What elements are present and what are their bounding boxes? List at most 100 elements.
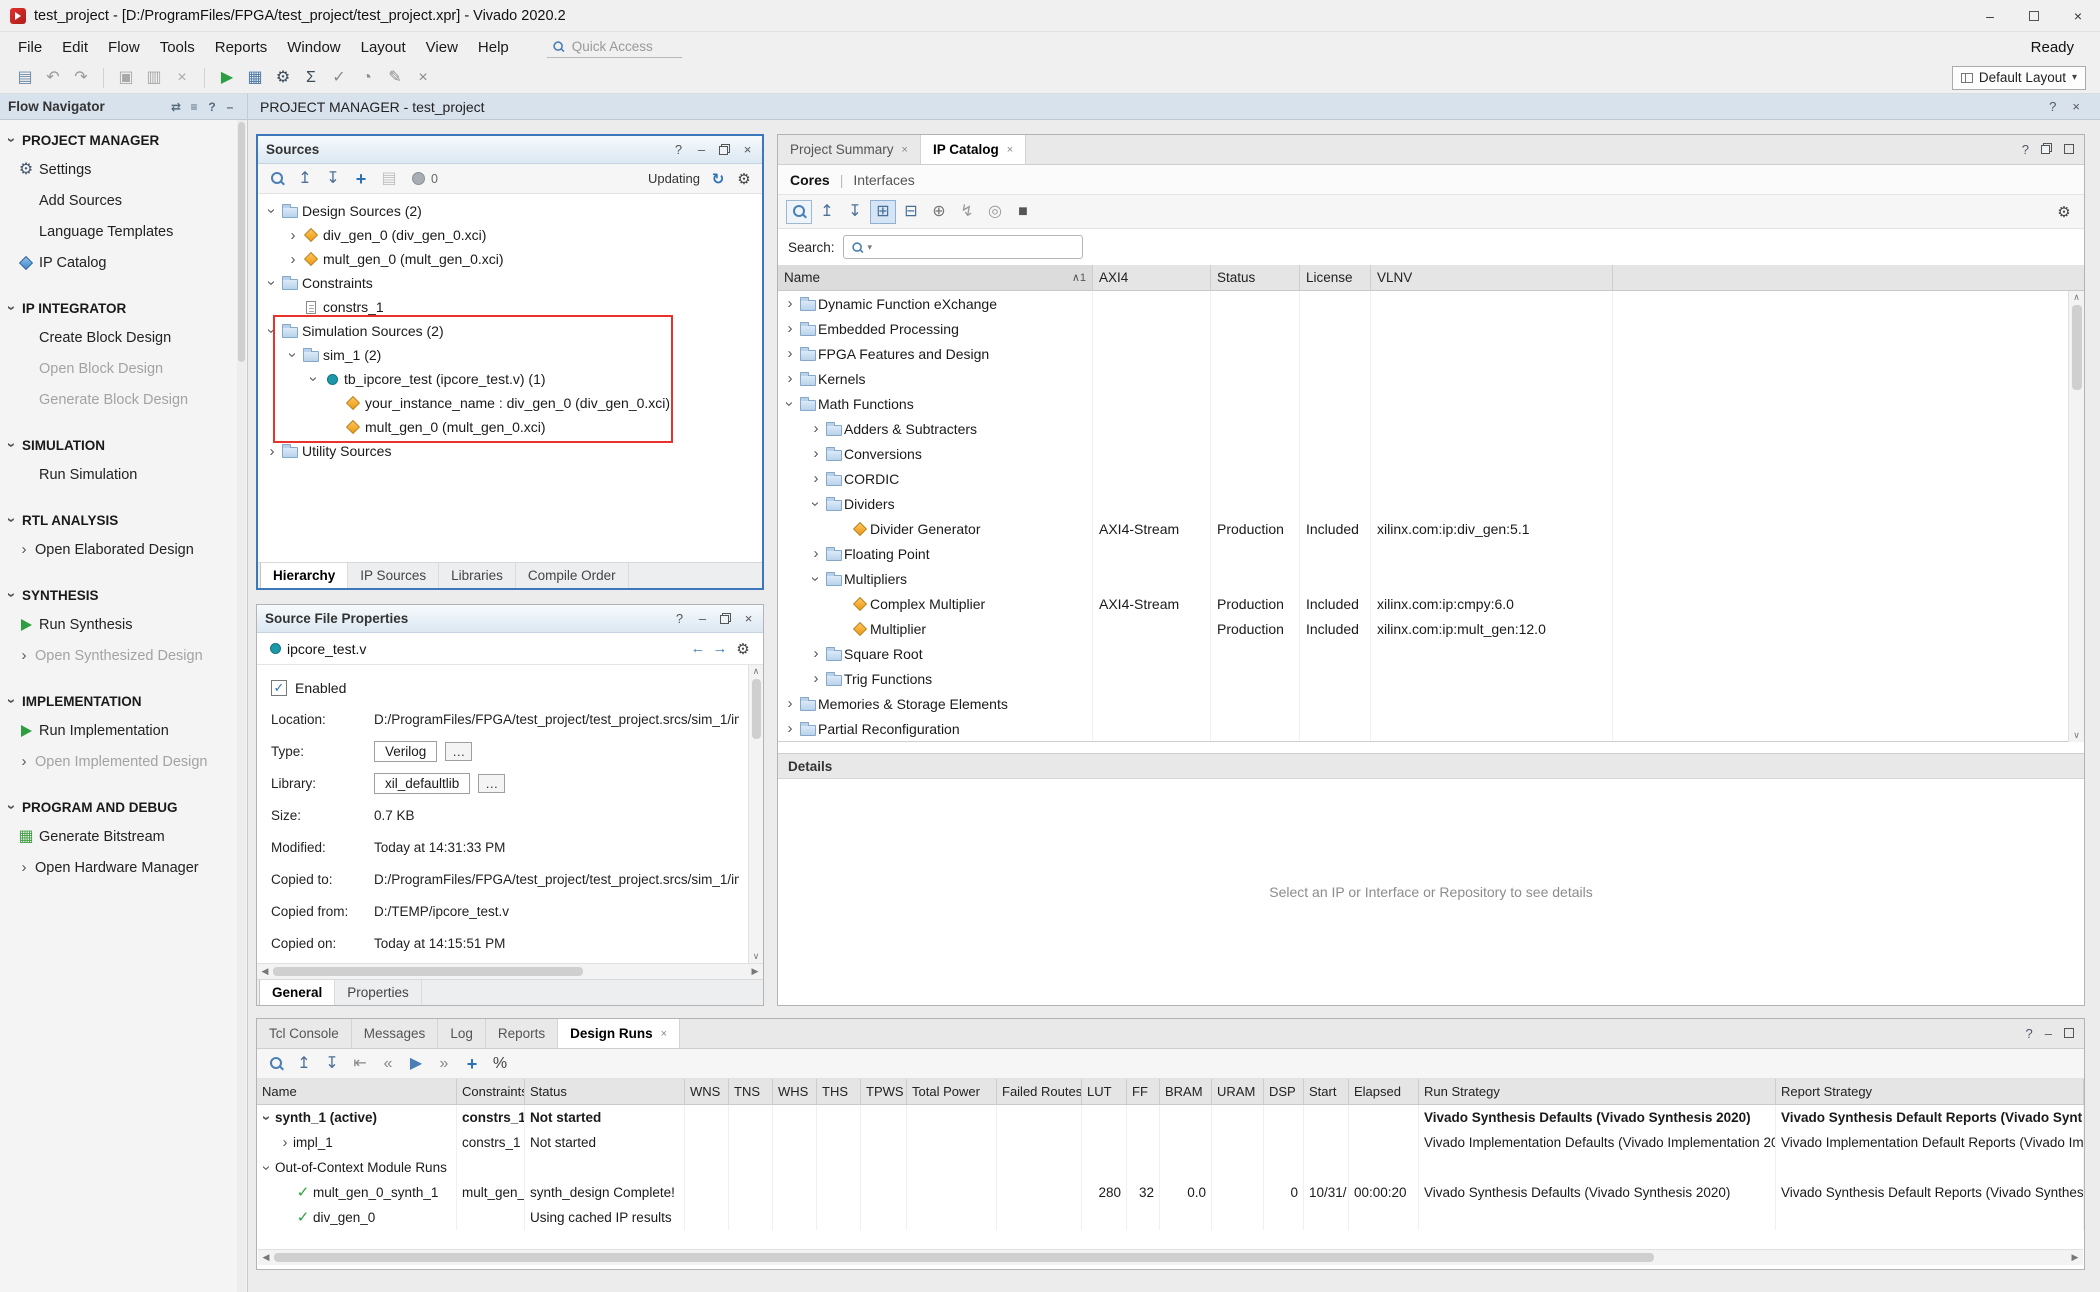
sources-row-div-gen-0-div-gen-0-xci[interactable]: ›div_gen_0 (div_gen_0.xci) — [258, 223, 762, 247]
ip-catalog-row-math-functions[interactable]: ›Math Functions — [778, 391, 2084, 416]
collapse-all-icon[interactable]: ↥ — [291, 1052, 317, 1076]
settings-icon[interactable]: ⚙ — [270, 66, 296, 90]
expand-all-icon[interactable]: ↧ — [320, 167, 346, 191]
column-header-status[interactable]: Status — [1211, 265, 1300, 290]
ip-catalog-row-trig-functions[interactable]: ›Trig Functions — [778, 666, 2084, 691]
close-icon[interactable]: × — [1007, 144, 1013, 156]
run-selected-icon[interactable]: ▶ — [403, 1052, 429, 1076]
report-sum-icon[interactable]: Σ — [298, 66, 324, 90]
chevron-down-icon[interactable]: › — [808, 571, 824, 587]
gear-icon[interactable]: ⚙ — [731, 637, 755, 661]
switch-layout-icon[interactable]: ⇄ — [167, 98, 185, 116]
runs-column-elapsed[interactable]: Elapsed — [1349, 1079, 1419, 1104]
tab-general[interactable]: General — [259, 980, 335, 1005]
scroll-left-icon[interactable]: ◀ — [258, 1252, 274, 1263]
menu-help[interactable]: Help — [468, 35, 519, 60]
runs-column-run-strategy[interactable]: Run Strategy — [1419, 1079, 1776, 1104]
gear-icon[interactable]: ⚙ — [2052, 200, 2076, 224]
help-icon[interactable]: ? — [2022, 142, 2029, 157]
maximize-icon[interactable] — [2064, 142, 2074, 157]
ip-catalog-row-conversions[interactable]: ›Conversions — [778, 441, 2084, 466]
menu-flow[interactable]: Flow — [98, 35, 150, 60]
tab-hierarchy[interactable]: Hierarchy — [260, 563, 348, 588]
runs-column-bram[interactable]: BRAM — [1160, 1079, 1212, 1104]
generate-ip-icon[interactable]: ↯ — [954, 200, 980, 224]
scrollbar-thumb[interactable] — [238, 122, 245, 362]
flownav-section-header[interactable]: ›SIMULATION — [0, 431, 247, 459]
runs-column-name[interactable]: Name — [257, 1079, 457, 1104]
ip-catalog-row-dividers[interactable]: ›Dividers — [778, 491, 2084, 516]
runs-column-status[interactable]: Status — [525, 1079, 685, 1104]
minimize-icon[interactable]: – — [2045, 1026, 2052, 1041]
scroll-right-icon[interactable]: ▶ — [2067, 1252, 2083, 1263]
runs-column-wns[interactable]: WNS — [685, 1079, 729, 1104]
layout-selector[interactable]: Default Layout ▾ — [1952, 66, 2086, 90]
run-icon[interactable]: ▶ — [214, 66, 240, 90]
flownav-item-run-synthesis[interactable]: Run Synthesis — [0, 609, 247, 640]
expand-all-icon[interactable]: ↧ — [842, 200, 868, 224]
chevron-down-icon[interactable]: › — [4, 300, 20, 316]
ip-search-input[interactable]: ▾ — [843, 235, 1083, 259]
chevron-right-icon[interactable]: › — [782, 321, 798, 337]
vertical-scrollbar[interactable]: ∧ ∨ — [2068, 291, 2084, 742]
tab-tcl-console[interactable]: Tcl Console — [257, 1019, 352, 1048]
flownav-section-header[interactable]: ›RTL ANALYSIS — [0, 506, 247, 534]
menu-reports[interactable]: Reports — [205, 35, 278, 60]
sidebar-scrollbar[interactable] — [237, 120, 246, 1292]
sources-row-constraints[interactable]: ›Constraints — [258, 271, 762, 295]
chevron-down-icon[interactable]: › — [259, 1160, 275, 1176]
minimize-icon[interactable]: – — [696, 611, 709, 626]
tab-compile-order[interactable]: Compile Order — [516, 563, 629, 588]
runs-column-uram[interactable]: URAM — [1212, 1079, 1264, 1104]
runs-column-dsp[interactable]: DSP — [1264, 1079, 1304, 1104]
maximize-icon[interactable] — [2064, 1026, 2074, 1041]
flownav-item-language-templates[interactable]: Language Templates — [0, 216, 247, 247]
sources-row-sim-1-2[interactable]: ›sim_1 (2) — [258, 343, 762, 367]
chevron-down-icon[interactable]: › — [264, 275, 280, 291]
scrollbar-thumb[interactable] — [274, 1253, 1654, 1262]
redo-icon[interactable]: ↷ — [68, 66, 94, 90]
chevron-down-icon[interactable]: › — [285, 347, 301, 363]
help-icon[interactable]: ? — [2026, 1026, 2033, 1041]
chevron-right-icon[interactable]: › — [808, 671, 824, 687]
minimize-icon[interactable]: – — [695, 142, 708, 157]
close-icon[interactable]: × — [741, 142, 754, 157]
flownav-item-open-block-design[interactable]: Open Block Design — [0, 353, 247, 384]
menu-file[interactable]: File — [8, 35, 52, 60]
float-icon[interactable] — [2041, 142, 2052, 157]
flownav-section-header[interactable]: ›PROJECT MANAGER — [0, 126, 247, 154]
subtab-cores[interactable]: Cores — [790, 172, 830, 188]
enabled-checkbox[interactable]: ✓ — [271, 680, 287, 696]
gear-icon[interactable]: ⚙ — [732, 167, 756, 191]
tab-libraries[interactable]: Libraries — [439, 563, 516, 588]
runs-column-lut[interactable]: LUT — [1082, 1079, 1127, 1104]
chevron-right-icon[interactable]: › — [277, 1135, 293, 1151]
sources-row-simulation-sources-2[interactable]: ›Simulation Sources (2) — [258, 319, 762, 343]
ip-catalog-row-embedded-processing[interactable]: ›Embedded Processing — [778, 316, 2084, 341]
chevron-right-icon[interactable]: › — [782, 346, 798, 362]
tab-reports[interactable]: Reports — [486, 1019, 558, 1048]
flownav-section-header[interactable]: ›IMPLEMENTATION — [0, 687, 247, 715]
chevron-right-icon[interactable]: › — [808, 471, 824, 487]
runs-column-tpws[interactable]: TPWS — [861, 1079, 907, 1104]
runs-column-tns[interactable]: TNS — [729, 1079, 773, 1104]
copy-icon[interactable]: ▣ — [113, 66, 139, 90]
chevron-right-icon[interactable]: › — [782, 696, 798, 712]
runs-column-report-strategy[interactable]: Report Strategy — [1776, 1079, 2084, 1104]
runs-column-ths[interactable]: THS — [817, 1079, 861, 1104]
tab-ip-sources[interactable]: IP Sources — [348, 563, 439, 588]
ip-catalog-row-adders-subtracters[interactable]: ›Adders & Subtracters — [778, 416, 2084, 441]
ip-catalog-row-multiplier[interactable]: MultiplierProductionIncludedxilinx.com:i… — [778, 616, 2084, 641]
save-icon[interactable]: ▤ — [12, 66, 38, 90]
ip-catalog-row-divider-generator[interactable]: Divider GeneratorAXI4-StreamProductionIn… — [778, 516, 2084, 541]
ip-catalog-row-square-root[interactable]: ›Square Root — [778, 641, 2084, 666]
help-icon[interactable]: ? — [2049, 99, 2056, 114]
chevron-right-icon[interactable]: › — [782, 371, 798, 387]
scroll-down-icon[interactable]: ∨ — [2073, 730, 2080, 741]
float-icon[interactable] — [718, 144, 731, 155]
timer-icon[interactable]: ◔ — [354, 66, 380, 90]
menu-tools[interactable]: Tools — [150, 35, 205, 60]
scrollbar-thumb[interactable] — [2072, 305, 2082, 390]
flownav-item-open-hardware-manager[interactable]: ›Open Hardware Manager — [0, 852, 247, 883]
chevron-right-icon[interactable]: › — [16, 648, 32, 664]
